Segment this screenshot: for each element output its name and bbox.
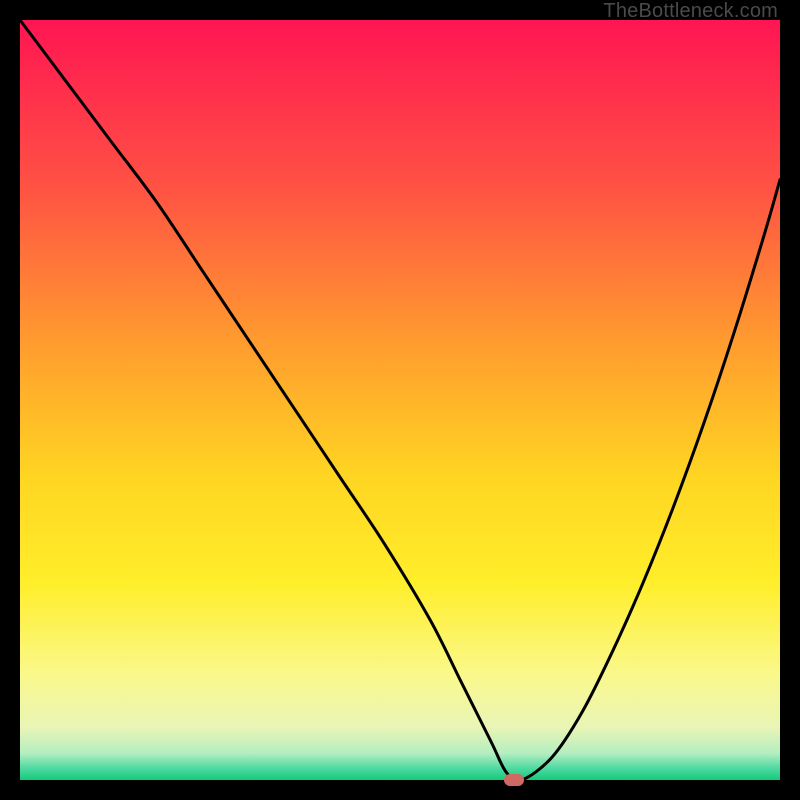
chart-stage: TheBottleneck.com	[0, 0, 800, 800]
minimum-marker	[504, 774, 524, 786]
curve-layer	[20, 20, 780, 780]
bottleneck-curve	[20, 20, 780, 780]
plot-area	[20, 20, 780, 780]
